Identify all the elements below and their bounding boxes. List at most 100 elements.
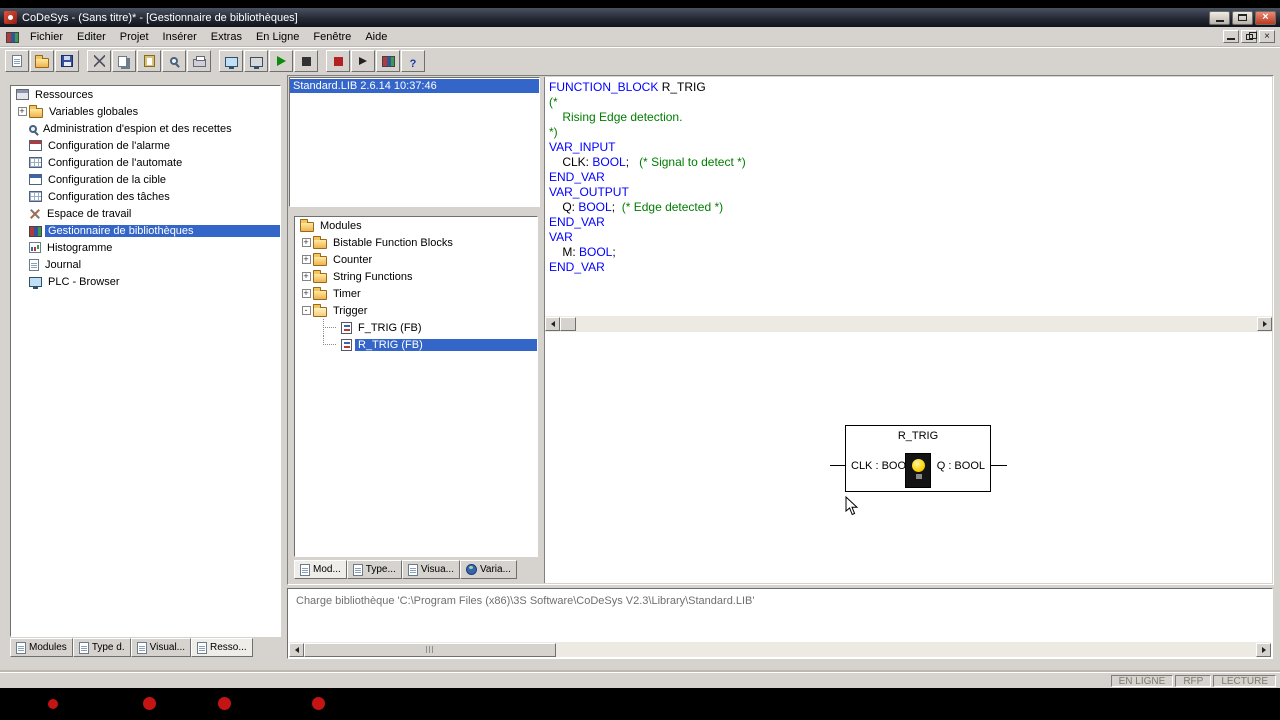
scrollbar-thumb[interactable] xyxy=(304,642,556,657)
code-line: VAR xyxy=(549,230,573,244)
video-overlay-dot xyxy=(48,699,58,709)
scroll-left-button[interactable] xyxy=(289,642,304,657)
expander-plus[interactable]: + xyxy=(301,238,311,247)
toolbar-help-button[interactable] xyxy=(401,50,425,72)
mdi-minimize-button[interactable] xyxy=(1223,30,1239,43)
declaration-hscrollbar[interactable] xyxy=(544,316,1272,332)
tree-item-f-trig-fb[interactable]: F_TRIG (FB) xyxy=(295,319,537,336)
screen: CoDeSys - (Sans titre)* - [Gestionnaire … xyxy=(0,0,1280,720)
menu-en-ligne[interactable]: En Ligne xyxy=(249,29,306,45)
mdi-restore-button[interactable] xyxy=(1241,30,1257,43)
resources-tab-modules[interactable]: Modules xyxy=(10,638,73,657)
block-diagram-view[interactable]: R_TRIG CLK : BOOL Q : BOOL xyxy=(544,332,1272,583)
target-config-icon xyxy=(29,174,42,185)
tree-item-label: Trigger xyxy=(333,304,368,317)
menu-ins-rer[interactable]: Insérer xyxy=(156,29,204,45)
tree-item-r-trig-fb[interactable]: R_TRIG (FB) xyxy=(295,336,537,353)
scrollbar-track[interactable] xyxy=(576,317,1257,331)
tree-item-ressources[interactable]: Ressources xyxy=(11,86,280,103)
output-wire xyxy=(991,465,1007,466)
titlebar[interactable]: CoDeSys - (Sans titre)* - [Gestionnaire … xyxy=(0,8,1280,27)
scroll-left-button[interactable] xyxy=(545,317,560,331)
expander-minus[interactable]: - xyxy=(301,306,311,315)
module-tree[interactable]: Modules + Bistable Function Blocks + Counter… xyxy=(294,216,538,557)
status-lecture: LECTURE xyxy=(1213,674,1276,687)
toolbar-login-button[interactable] xyxy=(219,50,243,72)
scrollbar-track[interactable] xyxy=(556,643,1256,657)
declaration-editor[interactable]: FUNCTION_BLOCK R_TRIG (* Rising Edge dete… xyxy=(544,77,1272,316)
tree-item-espace-de-travail[interactable]: Espace de travail xyxy=(11,205,280,222)
menubar: Fichier Editer Projet Insérer Extras En Ligne… xyxy=(0,27,1280,47)
module-tab-mod[interactable]: Mod... xyxy=(294,560,347,579)
page-icon xyxy=(78,641,89,654)
module-tab-type[interactable]: Type... xyxy=(346,560,402,579)
toolbar-print-button[interactable] xyxy=(187,50,211,72)
menu-editer[interactable]: Editer xyxy=(70,29,113,45)
resources-tab-visual[interactable]: Visual... xyxy=(130,638,192,657)
tree-item-configuration-de-l-alarme[interactable]: Configuration de l'alarme xyxy=(11,137,280,154)
resources-tab-resso[interactable]: Resso... xyxy=(191,638,253,657)
resources-panel: Ressources + Variables globales Administrat… xyxy=(10,85,281,658)
expander-plus[interactable]: + xyxy=(301,255,311,264)
scroll-right-button[interactable] xyxy=(1257,317,1272,331)
module-tab-visua[interactable]: Visua... xyxy=(401,560,460,579)
toolbar-step-over-button[interactable] xyxy=(351,50,375,72)
toolbar-paste-button[interactable] xyxy=(137,50,161,72)
tree-item-gestionnaire-de-biblioth-ques[interactable]: Gestionnaire de bibliothèques xyxy=(11,222,280,239)
module-tab-varia[interactable]: Varia... xyxy=(459,560,517,579)
tree-item-configuration-de-l-automate[interactable]: Configuration de l'automate xyxy=(11,154,280,171)
code-line: Q: BOOL; (* Edge detected *) xyxy=(549,200,724,214)
codesys-app-icon xyxy=(4,11,17,24)
toolbar-copy-button[interactable] xyxy=(112,50,136,72)
menu-projet[interactable]: Projet xyxy=(113,29,156,45)
tree-item-variables-globales[interactable]: + Variables globales xyxy=(11,103,280,120)
mdi-close-button[interactable]: × xyxy=(1259,30,1275,43)
tree-item-counter[interactable]: + Counter xyxy=(295,251,537,268)
library-manager-icon xyxy=(381,56,395,67)
tree-item-plc-browser[interactable]: PLC - Browser xyxy=(11,273,280,290)
tree-item-bistable-function-blocks[interactable]: + Bistable Function Blocks xyxy=(295,234,537,251)
toolbar-logout-button[interactable] xyxy=(244,50,268,72)
tree-item-label: Ressources xyxy=(35,88,94,101)
menu-fen-tre[interactable]: Fenêtre xyxy=(306,29,358,45)
tree-item-histogramme[interactable]: Histogramme xyxy=(11,239,280,256)
toolbar-save-button[interactable] xyxy=(55,50,79,72)
library-list[interactable]: Standard.LIB 2.6.14 10:37:46 xyxy=(289,77,540,207)
expander-plus[interactable]: + xyxy=(17,107,27,116)
scroll-right-button[interactable] xyxy=(1256,642,1271,657)
close-button[interactable]: × xyxy=(1255,10,1276,25)
minimize-button[interactable] xyxy=(1209,10,1230,25)
toolbar-library-manager-button[interactable] xyxy=(376,50,400,72)
menu-aide[interactable]: Aide xyxy=(358,29,394,45)
toolbar-cut-button[interactable] xyxy=(87,50,111,72)
tree-item-trigger[interactable]: - Trigger xyxy=(295,302,537,319)
statusbar: EN LIGNE RFP LECTURE xyxy=(0,672,1280,688)
maximize-button[interactable] xyxy=(1232,10,1253,25)
tree-item-modules[interactable]: Modules xyxy=(295,217,537,234)
menu-extras[interactable]: Extras xyxy=(204,29,249,45)
library-row[interactable]: Standard.LIB 2.6.14 10:37:46 xyxy=(290,78,539,93)
expander-plus[interactable]: + xyxy=(301,289,311,298)
resources-tree[interactable]: Ressources + Variables globales Administrat… xyxy=(10,85,281,637)
toolbar-run-button[interactable] xyxy=(269,50,293,72)
tree-item-string-functions[interactable]: + String Functions xyxy=(295,268,537,285)
toolbar-new-file-button[interactable] xyxy=(5,50,29,72)
paste-icon xyxy=(143,55,155,67)
tree-item-configuration-de-la-cible[interactable]: Configuration de la cible xyxy=(11,171,280,188)
window-title: CoDeSys - (Sans titre)* - [Gestionnaire … xyxy=(22,11,298,24)
message-hscrollbar[interactable] xyxy=(289,642,1271,657)
tree-item-administration-d-espion-et-des-recettes[interactable]: Administration d'espion et des recettes xyxy=(11,120,280,137)
menu-fichier[interactable]: Fichier xyxy=(23,29,70,45)
toolbar-open-file-button[interactable] xyxy=(30,50,54,72)
expander-plus[interactable]: + xyxy=(301,272,311,281)
status-en-ligne: EN LIGNE xyxy=(1110,674,1174,687)
code-line: END_VAR xyxy=(549,170,605,184)
scrollbar-thumb[interactable] xyxy=(560,317,576,331)
toolbar-find-button[interactable] xyxy=(162,50,186,72)
toolbar-stop-button[interactable] xyxy=(294,50,318,72)
toolbar-breakpoint-button[interactable] xyxy=(326,50,350,72)
resources-tab-type-d[interactable]: Type d. xyxy=(72,638,131,657)
tree-item-configuration-des-t-ches[interactable]: Configuration des tâches xyxy=(11,188,280,205)
tree-item-journal[interactable]: Journal xyxy=(11,256,280,273)
tree-item-timer[interactable]: + Timer xyxy=(295,285,537,302)
